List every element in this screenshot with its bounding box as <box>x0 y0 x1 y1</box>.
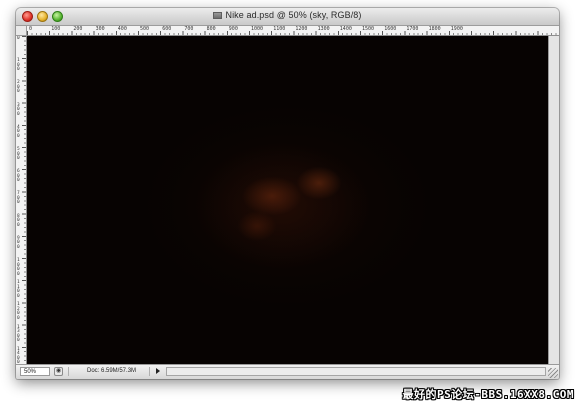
ruler-label-vertical: 700 <box>17 191 20 206</box>
ruler-label-vertical: 300 <box>17 102 20 117</box>
ruler-label-vertical: 200 <box>17 80 20 95</box>
ruler-label-vertical: 500 <box>17 147 20 161</box>
zoom-level-field[interactable]: 50% <box>20 367 50 376</box>
ruler-label-horizontal: 500 <box>140 26 150 32</box>
ruler-label-horizontal: 1400 <box>339 26 352 32</box>
ruler-label-horizontal: 0 <box>29 26 33 32</box>
ruler-label-horizontal: 200 <box>73 26 83 32</box>
ruler-label-vertical: 900 <box>17 235 20 250</box>
ruler-ticks-horizontal <box>27 31 559 35</box>
ruler-label-vertical: 600 <box>17 169 20 184</box>
ruler-label-horizontal: 1900 <box>450 26 463 32</box>
document-window: close minimize zoom Nike ad.psd @ 50% (s… <box>16 8 559 379</box>
horizontal-scrollbar[interactable] <box>166 367 546 376</box>
ruler-label-vertical: 800 <box>17 213 20 228</box>
ruler-label-horizontal: 1600 <box>384 26 397 32</box>
vertical-ruler[interactable]: 0 100 200 300 400 500 600 700 800 900 1000 1100 1200… <box>16 36 27 364</box>
resize-grip-icon[interactable] <box>548 368 558 378</box>
ruler-label-horizontal: 1700 <box>406 26 419 32</box>
ruler-label-horizontal: 1500 <box>362 26 375 32</box>
site-watermark: 最好的PS论坛-BBS.16XX8.COM <box>402 388 574 401</box>
sky-glow <box>27 36 548 364</box>
status-info-icon[interactable]: ◉ <box>54 367 63 376</box>
ruler-ticks-vertical <box>22 36 26 364</box>
ruler-label-vertical: 100 <box>17 58 20 73</box>
ruler-label-horizontal: 800 <box>206 26 216 32</box>
vertical-scrollbar[interactable] <box>548 36 559 364</box>
ruler-label-horizontal: 1100 <box>273 26 286 32</box>
ruler-label-vertical: 1400 <box>17 346 20 364</box>
ruler-label-horizontal: 1000 <box>251 26 264 32</box>
ruler-label-horizontal: 600 <box>162 26 172 32</box>
status-bar: 50% ◉ Doc: 6.59M/57.3M <box>16 364 559 379</box>
ruler-label-horizontal: 300 <box>95 26 105 32</box>
ruler-label-vertical: 1100 <box>17 280 20 299</box>
ruler-label-horizontal: 1300 <box>317 26 330 32</box>
ruler-label-vertical: 1000 <box>17 258 20 277</box>
ruler-label-vertical: 0 <box>17 36 20 41</box>
window-title: Nike ad.psd @ 50% (sky, RGB/8) <box>16 10 559 20</box>
horizontal-ruler[interactable]: 0 100 200 300 400 500 600 700 800 900 1000 1100 1200… <box>27 26 559 36</box>
ruler-label-horizontal: 700 <box>184 26 194 32</box>
status-menu-arrow-icon[interactable] <box>156 368 160 374</box>
ruler-label-horizontal: 1800 <box>428 26 441 32</box>
ruler-origin[interactable] <box>16 26 27 36</box>
ruler-label-horizontal: 900 <box>228 26 238 32</box>
document-size-info: Doc: 6.59M/57.3M <box>68 367 150 376</box>
image-canvas[interactable] <box>27 36 548 364</box>
ruler-label-horizontal: 1200 <box>295 26 308 32</box>
document-icon <box>213 12 223 19</box>
title-bar[interactable]: close minimize zoom Nike ad.psd @ 50% (s… <box>16 8 559 26</box>
ruler-label-horizontal: 400 <box>117 26 127 32</box>
ruler-label-horizontal: 100 <box>51 26 61 32</box>
window-title-text: Nike ad.psd @ 50% (sky, RGB/8) <box>225 10 362 20</box>
ruler-label-vertical: 400 <box>17 124 20 139</box>
ruler-label-vertical: 1200 <box>17 302 20 321</box>
ruler-label-vertical: 1300 <box>17 324 20 344</box>
